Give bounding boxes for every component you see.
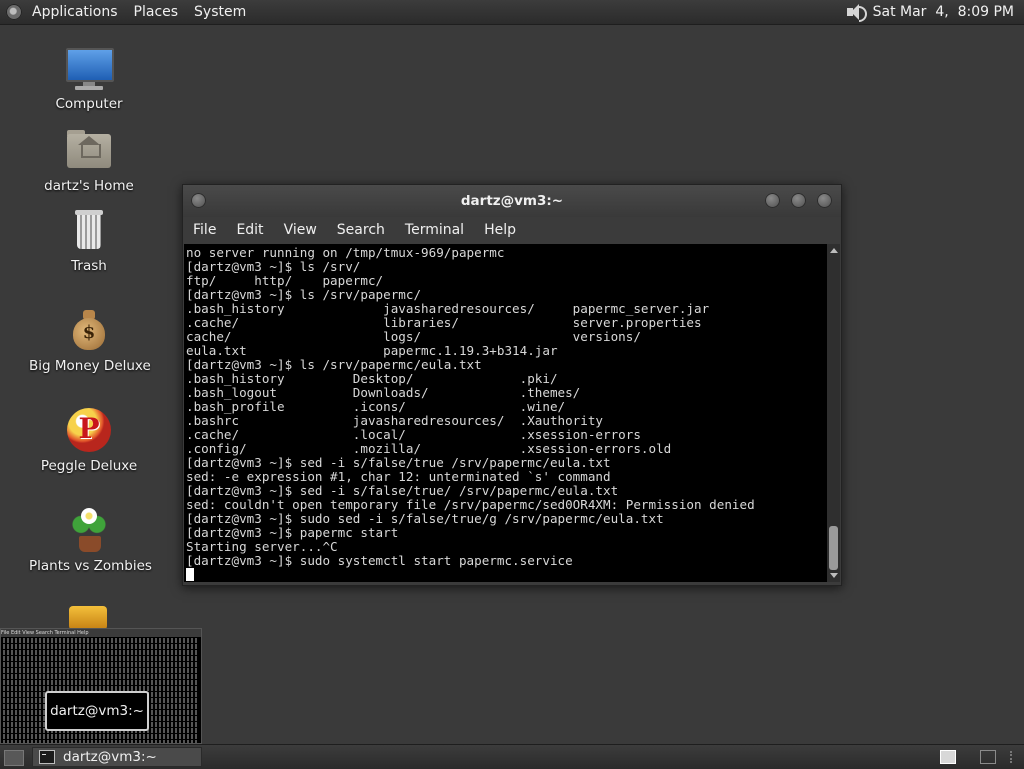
trash-icon	[65, 208, 113, 252]
places-menu[interactable]: Places	[126, 0, 187, 24]
text-cursor	[186, 568, 194, 581]
menu-file[interactable]: File	[183, 217, 226, 243]
taskbar-button-label: dartz@vm3:~	[63, 749, 157, 765]
computer-icon	[65, 46, 114, 90]
terminal-cursor-line	[186, 568, 827, 582]
terminal-line: .cache/ .local/ .xsession-errors	[186, 427, 641, 442]
terminal-line: [dartz@vm3 ~]$ sudo sed -i s/false/true/…	[186, 511, 664, 526]
terminal-line: [dartz@vm3 ~]$ sudo systemctl start pape…	[186, 553, 573, 568]
terminal-line: [dartz@vm3 ~]$ sed -i s/false/true/ /srv…	[186, 483, 619, 498]
terminal-output[interactable]: no server running on /tmp/tmux-969/paper…	[184, 244, 827, 582]
terminal-line: [dartz@vm3 ~]$ ls /srv/papermc/	[186, 287, 422, 302]
terminal-line: Starting server...^C	[186, 539, 338, 554]
desktop-icon-peggle[interactable]: P Peggle Deluxe	[29, 408, 149, 474]
terminal-line: [dartz@vm3 ~]$ ls /srv/	[186, 259, 361, 274]
volume-icon[interactable]	[845, 3, 867, 22]
window-titlebar[interactable]: dartz@vm3:~	[183, 185, 841, 217]
menu-help[interactable]: Help	[474, 217, 526, 243]
panel-handle	[1010, 751, 1016, 763]
gnome-foot-icon[interactable]	[6, 4, 22, 20]
plants-vs-zombies-icon	[65, 508, 113, 552]
desktop-icon-label: dartz's Home	[44, 178, 134, 194]
menu-search[interactable]: Search	[327, 217, 395, 243]
terminal-line: .bash_history javasharedresources/ paper…	[186, 301, 710, 316]
terminal-scrollbar[interactable]	[827, 244, 840, 582]
money-bag-icon: $	[65, 308, 113, 352]
panel-tray: Sat Mar 4, 8:09 PM	[845, 0, 1014, 24]
desktop-icon-plants-vs-zombies[interactable]: Plants vs Zombies	[29, 508, 152, 574]
desktop-icon-home[interactable]: dartz's Home	[29, 128, 149, 194]
terminal-line: .bash_history Desktop/ .pki/	[186, 371, 558, 386]
system-menu[interactable]: System	[186, 0, 254, 24]
desktop-icon-label: Computer	[55, 96, 123, 112]
desktop-icon-trash[interactable]: Trash	[29, 208, 149, 274]
terminal-line: .config/ .mozilla/ .xsession-errors.old	[186, 441, 672, 456]
terminal-line: [dartz@vm3 ~]$ ls /srv/papermc/eula.txt	[186, 357, 482, 372]
peggle-icon: P	[65, 408, 113, 452]
workspace-2[interactable]	[980, 750, 996, 764]
minimize-button[interactable]	[765, 193, 780, 208]
clock[interactable]: Sat Mar 4, 8:09 PM	[873, 0, 1014, 24]
terminal-line: ftp/ http/ papermc/	[186, 273, 384, 288]
terminal-line: .bashrc javasharedresources/ .Xauthority	[186, 413, 604, 428]
terminal-line: cache/ logs/ versions/	[186, 329, 641, 344]
window-tooltip: dartz@vm3:~	[45, 691, 149, 731]
terminal-icon	[39, 750, 55, 764]
terminal-menubar: File Edit View Search Terminal Help	[183, 217, 841, 243]
terminal-line: eula.txt papermc.1.19.3+b314.jar	[186, 343, 558, 358]
desktop-icon-label: Trash	[71, 258, 107, 274]
preview-menubar: File Edit View Search Terminal Help	[1, 629, 201, 637]
workspace-1[interactable]	[940, 750, 956, 764]
terminal-line: no server running on /tmp/tmux-969/paper…	[186, 245, 505, 260]
desktop-icon-label: Plants vs Zombies	[29, 558, 152, 574]
terminal-line: .cache/ libraries/ server.properties	[186, 315, 702, 330]
terminal-line: [dartz@vm3 ~]$ papermc start	[186, 525, 399, 540]
window-title: dartz@vm3:~	[460, 193, 564, 209]
desktop-icon-computer[interactable]: Computer	[29, 46, 149, 112]
terminal-line: sed: couldn't open temporary file /srv/p…	[186, 497, 755, 512]
scroll-up-arrow-icon[interactable]	[830, 248, 838, 253]
applications-menu[interactable]: Applications	[24, 0, 126, 24]
desktop-icon-label: Peggle Deluxe	[40, 458, 138, 474]
terminal-line: .bash_profile .icons/ .wine/	[186, 399, 566, 414]
terminal-window: dartz@vm3:~ File Edit View Search Termin…	[182, 184, 842, 586]
close-button[interactable]	[817, 193, 832, 208]
menu-view[interactable]: View	[274, 217, 327, 243]
terminal-line: .bash_logout Downloads/ .themes/	[186, 385, 581, 400]
bottom-panel: dartz@vm3:~	[0, 744, 1024, 769]
scroll-down-arrow-icon[interactable]	[830, 573, 838, 578]
scroll-thumb[interactable]	[829, 526, 838, 570]
menu-edit[interactable]: Edit	[226, 217, 273, 243]
terminal-line: sed: -e expression #1, char 12: untermin…	[186, 469, 611, 484]
top-panel: Applications Places System Sat Mar 4, 8:…	[0, 0, 1024, 25]
menu-terminal[interactable]: Terminal	[395, 217, 474, 243]
taskbar-button-terminal[interactable]: dartz@vm3:~	[32, 747, 202, 767]
show-desktop-icon[interactable]	[4, 750, 24, 766]
game-icon-partial[interactable]	[69, 606, 107, 630]
maximize-button[interactable]	[791, 193, 806, 208]
desktop-icon-big-money[interactable]: $ Big Money Deluxe	[29, 308, 151, 374]
terminal-line: [dartz@vm3 ~]$ sed -i s/false/true /srv/…	[186, 455, 611, 470]
home-folder-icon	[65, 128, 113, 172]
desktop-icon-label: Big Money Deluxe	[29, 358, 151, 374]
